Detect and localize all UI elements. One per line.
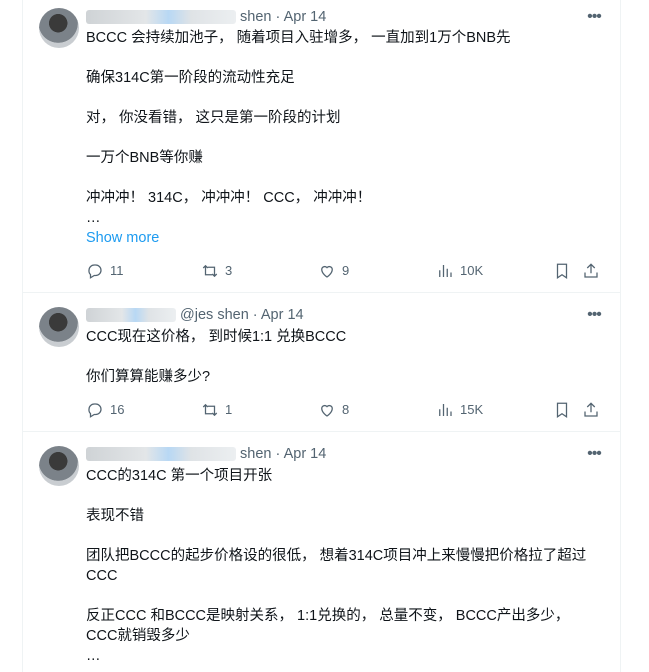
analytics-icon — [439, 265, 452, 277]
tweet-paragraph: 反正CCC 和BCCC是映射关系， 1:1兑换的， 总量不变， BCCC产出多少… — [86, 608, 570, 664]
tweet-header: @jes shen · Apr 14 — [86, 305, 304, 325]
tweet-text: CCC现在这价格， 到时候1:1 兑换BCCC 你们算算能赚多少? — [86, 327, 600, 387]
reply-button[interactable]: 11 — [86, 261, 124, 281]
reply-icon — [88, 264, 102, 279]
show-more-link[interactable]: Show more — [86, 228, 600, 248]
tweet-paragraph: CCC现在这价格， 到时候1:1 兑换BCCC — [86, 329, 347, 345]
tweet-paragraph: 确保314C第一阶段的流动性充足 — [86, 70, 295, 86]
repost-icon — [202, 403, 218, 417]
tweet-2[interactable]: @jes shen · Apr 14 ••• CCC现在这价格， 到时候1:1 … — [23, 293, 620, 432]
repost-count: 3 — [225, 263, 233, 278]
tweet-1[interactable]: shen · Apr 14 ••• BCCC 会持续加池子， 随着项目入驻增多，… — [23, 0, 620, 293]
tweet-actions: 16 1 8 15K — [86, 400, 604, 420]
tweet-paragraph: 团队把BCCC的起步价格设的很低， 想着314C项目冲上来慢慢把价格拉了超过CC… — [86, 548, 587, 584]
views-button[interactable]: 10K — [436, 261, 483, 281]
avatar[interactable] — [39, 307, 79, 347]
bookmark-icon — [556, 263, 568, 279]
like-button[interactable]: 9 — [318, 261, 349, 281]
reply-count: 16 — [110, 402, 125, 417]
timeline-border-right — [620, 0, 621, 672]
heart-icon — [321, 404, 333, 417]
separator-dot: · — [275, 446, 281, 462]
view-count: 10K — [460, 263, 484, 278]
tweet-paragraph: BCCC 会持续加池子， 随着项目入驻增多， 一直加到1万个BNB先 — [86, 30, 511, 46]
analytics-icon — [439, 404, 452, 416]
tweet-date[interactable]: Apr 14 — [284, 9, 327, 25]
tweet-paragraph: 冲冲冲！ 314C， 冲冲冲！ CCC， 冲冲冲！ … — [86, 190, 372, 226]
more-options-button[interactable]: ••• — [584, 305, 604, 325]
tweet-paragraph: 一万个BNB等你赚 — [86, 150, 203, 166]
repost-button[interactable]: 3 — [201, 261, 232, 281]
like-button[interactable]: 8 — [318, 400, 349, 420]
repost-button[interactable]: 1 — [201, 400, 232, 420]
like-count: 9 — [342, 263, 350, 278]
reply-button[interactable]: 16 — [86, 400, 124, 420]
author-name-redacted[interactable] — [86, 308, 176, 323]
tweet-paragraph: 你们算算能赚多少? — [86, 369, 211, 385]
tweet-paragraph: 表现不错 — [86, 508, 144, 524]
author-handle[interactable]: shen — [240, 446, 271, 462]
separator-dot: · — [252, 307, 258, 323]
bookmark-button[interactable] — [553, 400, 571, 420]
tweet-paragraph: 对， 你没看错， 这只是第一阶段的计划 — [86, 110, 341, 126]
repost-icon — [202, 264, 218, 278]
share-button[interactable] — [582, 261, 600, 281]
tweet-paragraph: CCC的314C 第一个项目开张 — [86, 468, 273, 484]
tweet-date[interactable]: Apr 14 — [261, 307, 304, 323]
tweet-3[interactable]: shen · Apr 14 ••• CCC的314C 第一个项目开张 表现不错 … — [23, 432, 620, 672]
views-button[interactable]: 15K — [436, 400, 483, 420]
tweet-actions: 11 3 9 10K — [86, 261, 604, 281]
separator-dot: · — [275, 9, 281, 25]
share-icon — [584, 402, 598, 417]
view-count: 15K — [460, 402, 484, 417]
author-name-redacted[interactable] — [86, 10, 236, 25]
like-count: 8 — [342, 402, 350, 417]
avatar[interactable] — [39, 8, 79, 48]
repost-count: 1 — [225, 402, 233, 417]
share-icon — [584, 263, 598, 278]
tweet-date[interactable]: Apr 14 — [284, 446, 327, 462]
tweet-text: CCC的314C 第一个项目开张 表现不错 团队把BCCC的起步价格设的很低， … — [86, 466, 600, 666]
share-button[interactable] — [582, 400, 600, 420]
heart-icon — [321, 265, 333, 278]
author-name-redacted[interactable] — [86, 447, 236, 462]
tweet-header: shen · Apr 14 — [86, 444, 326, 464]
bookmark-button[interactable] — [553, 261, 571, 281]
author-handle[interactable]: @jes shen — [180, 307, 249, 323]
more-options-button[interactable]: ••• — [584, 444, 604, 464]
avatar[interactable] — [39, 446, 79, 486]
tweet-header: shen · Apr 14 — [86, 7, 326, 27]
reply-count: 11 — [110, 263, 124, 278]
author-handle[interactable]: shen — [240, 9, 271, 25]
reply-icon — [88, 403, 102, 418]
bookmark-icon — [556, 402, 568, 418]
more-options-button[interactable]: ••• — [584, 7, 604, 27]
tweet-text: BCCC 会持续加池子， 随着项目入驻增多， 一直加到1万个BNB先 确保314… — [86, 28, 600, 248]
